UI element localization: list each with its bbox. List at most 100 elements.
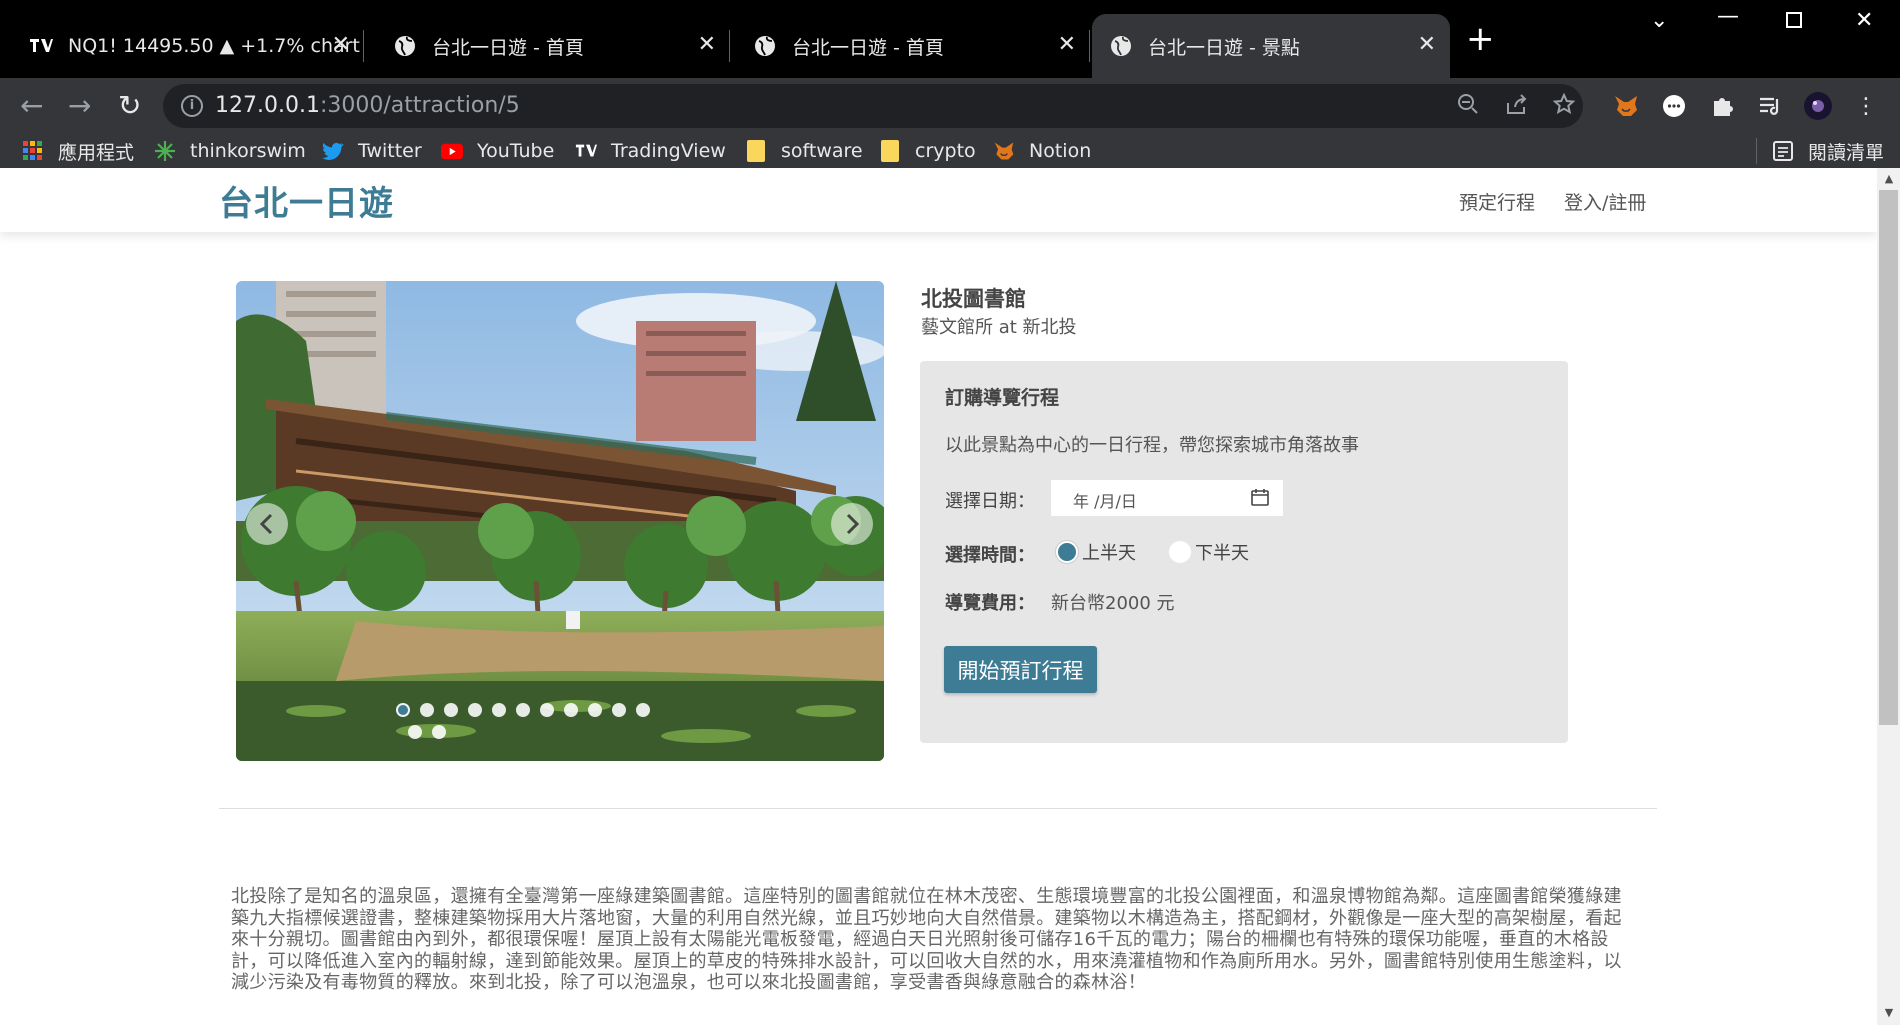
- tab-attraction-active[interactable]: 台北一日遊 - 景點 ✕: [1092, 14, 1450, 78]
- tab-nq1-chart[interactable]: NQ1! 14495.50 ▲ +1.7% chart ✕: [12, 14, 364, 78]
- bookmark-apps[interactable]: 應用程式: [22, 136, 134, 166]
- page-viewport: 台北一日遊 預定行程 登入/註冊 北投圖書館 藝文館所 at 新北投 訂購導覽行…: [0, 168, 1877, 1025]
- carousel-dot[interactable]: [396, 703, 410, 717]
- carousel-prev-button[interactable]: [246, 503, 288, 545]
- close-icon[interactable]: ✕: [332, 32, 350, 58]
- carousel-next-button[interactable]: [831, 503, 873, 545]
- date-label: 選擇日期：: [945, 491, 1035, 512]
- globe-icon: [1108, 33, 1134, 59]
- site-brand-logo[interactable]: 台北一日遊: [219, 176, 394, 225]
- bookmark-notion[interactable]: Notion: [993, 136, 1091, 166]
- attraction-category: 藝文館所 at 新北投: [921, 317, 1077, 338]
- url-text[interactable]: 127.0.0.1:3000/attraction/5: [215, 93, 520, 118]
- url-path: :3000/attraction/5: [319, 93, 520, 118]
- metamask-fox-icon[interactable]: [1611, 91, 1641, 121]
- scroll-up-arrow[interactable]: ▲: [1881, 172, 1897, 188]
- fee-label: 導覽費用：: [945, 593, 1035, 614]
- close-icon[interactable]: ✕: [1058, 32, 1076, 58]
- carousel-dot[interactable]: [636, 703, 650, 717]
- globe-icon: [392, 33, 418, 59]
- start-booking-button[interactable]: 開始預訂行程: [944, 646, 1097, 693]
- carousel-dot[interactable]: [540, 703, 554, 717]
- bookmark-star-icon[interactable]: [1552, 92, 1576, 121]
- share-icon[interactable]: [1505, 93, 1527, 121]
- carousel-dot[interactable]: [432, 725, 446, 739]
- youtube-icon: [441, 140, 463, 162]
- new-tab-button[interactable]: +: [1466, 22, 1495, 56]
- nav-login-link[interactable]: 登入/註冊: [1564, 188, 1646, 215]
- carousel-dot[interactable]: [588, 703, 602, 717]
- close-icon[interactable]: ✕: [1418, 32, 1436, 58]
- booking-panel: 訂購導覽行程 以此景點為中心的一日行程，帶您探索城市角落故事 選擇日期： 年 /…: [920, 361, 1568, 743]
- tab-title: 台北一日遊 - 景點: [1148, 36, 1300, 59]
- fox-icon: [993, 140, 1015, 162]
- minimize-button[interactable]: —: [1717, 4, 1739, 29]
- scrollbar-thumb[interactable]: [1879, 190, 1898, 725]
- bookmark-label: 應用程式: [58, 141, 135, 164]
- profile-avatar[interactable]: [1803, 91, 1833, 121]
- media-queue-icon[interactable]: [1755, 91, 1785, 121]
- bookmark-separator: [1756, 138, 1757, 164]
- puzzle-extensions-icon[interactable]: [1707, 91, 1737, 121]
- bookmark-label: software: [781, 140, 863, 162]
- reload-button[interactable]: ↻: [118, 90, 141, 122]
- maximize-button[interactable]: [1786, 12, 1802, 28]
- attraction-name: 北投圖書館: [921, 287, 1026, 311]
- date-input[interactable]: 年 /月/日: [1051, 480, 1283, 516]
- bookmark-label: crypto: [915, 140, 976, 162]
- carousel-dot[interactable]: [408, 725, 422, 739]
- bookmark-folder-crypto[interactable]: crypto: [879, 136, 976, 166]
- address-bar[interactable]: i 127.0.0.1:3000/attraction/5: [163, 84, 1583, 128]
- carousel-dot[interactable]: [468, 703, 482, 717]
- more-menu-icon[interactable]: ⋮: [1851, 91, 1881, 121]
- bookmark-twitter[interactable]: Twitter: [322, 136, 422, 166]
- thinkorswim-icon: [154, 140, 176, 162]
- carousel-dot[interactable]: [420, 703, 434, 717]
- radio-afternoon-label: 下半天: [1195, 543, 1249, 564]
- tab-title: NQ1! 14495.50 ▲ +1.7% chart: [68, 35, 360, 57]
- twitter-icon: [322, 140, 344, 162]
- radio-morning-label: 上半天: [1082, 543, 1136, 564]
- carousel-dot[interactable]: [612, 703, 626, 717]
- reading-list-icon: [1772, 140, 1794, 162]
- zoom-icon[interactable]: [1457, 93, 1479, 121]
- carousel-dot[interactable]: [444, 703, 458, 717]
- ellipsis-extension-icon[interactable]: [1659, 91, 1689, 121]
- nav-schedule-link[interactable]: 預定行程: [1459, 188, 1535, 215]
- tradingview-icon: [575, 140, 597, 162]
- site-header: 台北一日遊 預定行程 登入/註冊: [0, 168, 1877, 232]
- bookmark-folder-software[interactable]: software: [745, 136, 863, 166]
- booking-description: 以此景點為中心的一日行程，帶您探索城市角落故事: [945, 435, 1359, 456]
- bookmark-tradingview[interactable]: TradingView: [575, 136, 726, 166]
- folder-icon: [745, 140, 767, 162]
- scroll-down-arrow[interactable]: ▼: [1881, 1006, 1897, 1022]
- close-icon[interactable]: ✕: [698, 32, 716, 58]
- bookmark-youtube[interactable]: YouTube: [441, 136, 554, 166]
- tab-home-2[interactable]: 台北一日遊 - 首頁 ✕: [736, 14, 1090, 78]
- carousel-dot[interactable]: [564, 703, 578, 717]
- back-button[interactable]: ←: [20, 90, 43, 122]
- tab-home-1[interactable]: 台北一日遊 - 首頁 ✕: [376, 14, 730, 78]
- radio-morning[interactable]: 上半天: [1056, 539, 1136, 565]
- info-icon[interactable]: i: [181, 95, 203, 117]
- bookmark-label: thinkorswim: [190, 140, 306, 162]
- bookmark-label: TradingView: [611, 140, 726, 162]
- radio-selected-indicator[interactable]: [1056, 541, 1078, 563]
- carousel-dot[interactable]: [516, 703, 530, 717]
- chevron-left-icon: [259, 513, 273, 535]
- globe-icon: [752, 33, 778, 59]
- carousel-dot[interactable]: [492, 703, 506, 717]
- tab-search-icon[interactable]: ⌄: [1650, 8, 1668, 33]
- calendar-icon[interactable]: [1251, 489, 1269, 506]
- attraction-image-carousel[interactable]: [236, 281, 884, 761]
- forward-button[interactable]: →: [68, 90, 91, 122]
- tradingview-icon: [28, 33, 54, 59]
- radio-afternoon[interactable]: 下半天: [1169, 539, 1249, 565]
- folder-icon: [879, 140, 901, 162]
- bookmark-thinkorswim[interactable]: thinkorswim: [154, 136, 306, 166]
- radio-unselected-indicator[interactable]: [1169, 541, 1191, 563]
- close-window-button[interactable]: ✕: [1855, 8, 1873, 33]
- apps-grid-icon: [22, 140, 44, 162]
- browser-tab-bar: NQ1! 14495.50 ▲ +1.7% chart ✕ 台北一日遊 - 首頁…: [0, 0, 1900, 78]
- reading-list-button[interactable]: 閱讀清單: [1772, 136, 1884, 166]
